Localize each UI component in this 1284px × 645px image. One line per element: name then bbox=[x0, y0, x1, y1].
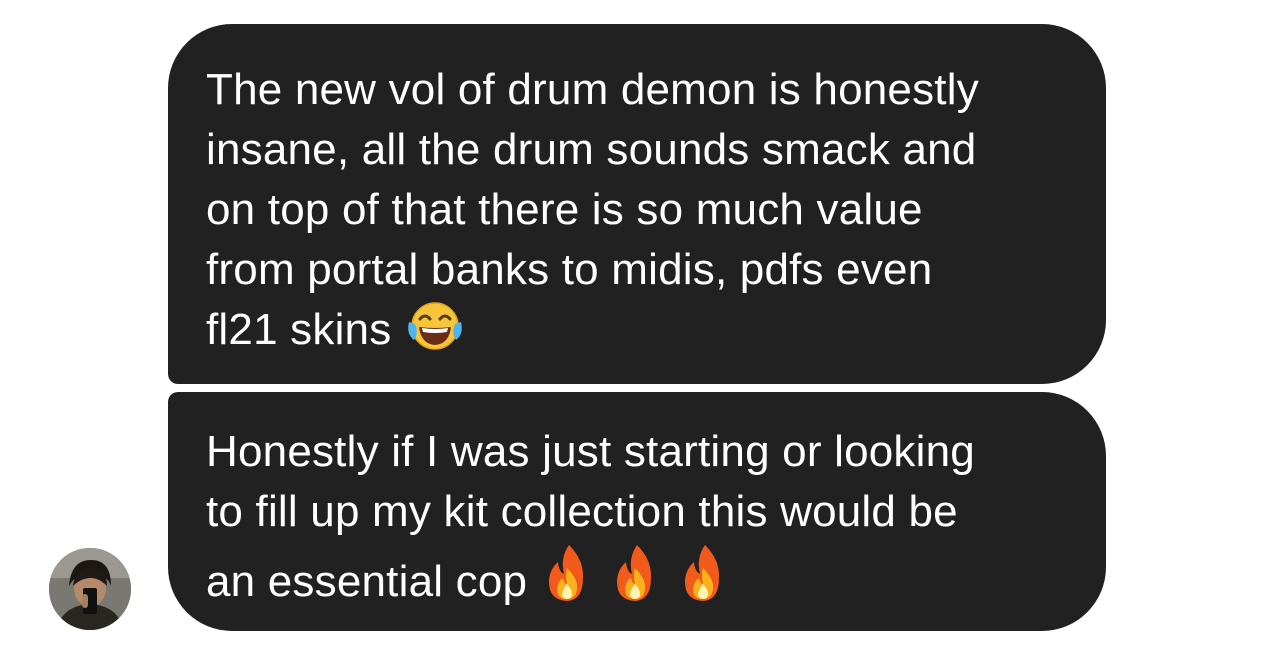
message-thread: The new vol of drum demon is honestly in… bbox=[0, 0, 1284, 645]
message-bubble[interactable]: The new vol of drum demon is honestly in… bbox=[168, 24, 1106, 384]
avatar[interactable] bbox=[49, 548, 131, 630]
message-text: The new vol of drum demon is honestly in… bbox=[206, 65, 979, 354]
message-bubble[interactable]: Honestly if I was just starting or looki… bbox=[168, 392, 1106, 631]
face-with-tears-of-joy-icon bbox=[405, 300, 465, 352]
fire-icon bbox=[541, 542, 737, 604]
